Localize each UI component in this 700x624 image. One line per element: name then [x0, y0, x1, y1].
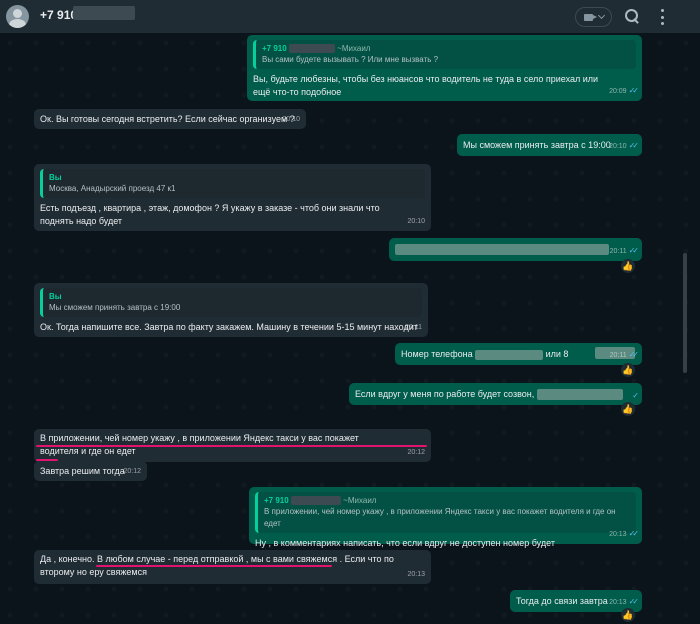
quote-text: Москва, Анадырский проезд 47 к1 — [49, 184, 176, 193]
quote-text: Вы сами будете вызывать ? Или мне вызват… — [262, 55, 439, 64]
avatar[interactable] — [6, 5, 29, 28]
message-time: 20:09 ✓✓ — [609, 86, 640, 95]
reaction-thumbs-up-icon[interactable]: 👍 — [621, 259, 635, 273]
redacted-text — [536, 389, 623, 401]
quote-author: +7 910 ~Михаил — [262, 44, 371, 54]
message-incoming[interactable]: Вы Москва, Анадырский проезд 47 к1 Есть … — [34, 164, 431, 231]
message-time: 20:13 — [407, 571, 425, 578]
reaction-thumbs-up-icon[interactable]: 👍 — [621, 608, 635, 622]
message-outgoing[interactable]: 20:11 ✓✓ — [389, 238, 642, 261]
message-time: 20:13 ✓✓ — [609, 529, 640, 538]
menu-icon[interactable] — [655, 9, 669, 25]
read-ticks-icon: ✓✓ — [628, 86, 640, 95]
video-call-button[interactable] — [575, 7, 612, 27]
quote-text: Мы сможем принять завтра с 19:00 — [49, 303, 181, 312]
message-time: 20:13 ✓✓ — [609, 597, 640, 606]
message-text: Завтра решим тогда — [40, 466, 125, 476]
chevron-down-icon — [597, 11, 605, 20]
message-time: 20:10 — [282, 116, 300, 123]
quote-author: Вы — [49, 292, 62, 301]
message-time: 20:11 — [405, 324, 422, 331]
chat-header: +7 910 — [0, 0, 700, 33]
message-incoming[interactable]: Завтра решим тогда 20:12 — [34, 461, 147, 481]
read-ticks-icon: ✓✓ — [628, 529, 640, 538]
message-time: 20:10 ✓✓ — [609, 141, 640, 150]
video-call-icon — [583, 13, 597, 21]
quoted-message[interactable]: +7 910 ~Михаил Вы сами будете вызывать ?… — [253, 40, 636, 69]
message-outgoing[interactable]: Тогда до связи завтра 20:13 ✓✓ — [510, 590, 642, 612]
message-outgoing[interactable]: Номер телефона или 8 20:11 ✓✓ — [395, 343, 642, 365]
message-text: Мы сможем принять завтра с 19:00 — [463, 140, 611, 150]
message-time: 20:12 — [407, 449, 425, 456]
message-text: Есть подъезд , квартира , этаж, домофон … — [40, 203, 380, 226]
scrollbar[interactable] — [683, 253, 687, 373]
read-ticks-icon: ✓✓ — [628, 597, 640, 606]
message-text: Ок. Тогда напишите все. Завтра по факту … — [40, 322, 418, 332]
reaction-thumbs-up-icon[interactable]: 👍 — [621, 402, 635, 416]
search-icon[interactable] — [624, 8, 640, 24]
quote-author: Вы — [49, 173, 62, 182]
message-text: Если вдруг у меня по работе будет созвон… — [355, 389, 535, 399]
read-ticks-icon: ✓✓ — [628, 246, 640, 255]
reaction-thumbs-up-icon[interactable]: 👍 — [621, 363, 635, 377]
quoted-message[interactable]: +7 910 ~Михаил В приложении, чей номер у… — [255, 492, 636, 533]
quote-author: +7 910 ~Михаил — [264, 496, 377, 506]
message-text: Тогда до связи завтра — [516, 596, 608, 606]
annotation-underline — [36, 445, 427, 447]
message-incoming[interactable]: Да , конечно. В любом случае - перед отп… — [34, 550, 431, 584]
message-text: Номер телефона или 8 — [401, 349, 569, 360]
contact-name[interactable]: +7 910 — [40, 8, 77, 22]
redacted-phone — [475, 349, 544, 360]
message-outgoing[interactable]: +7 910 ~Михаил Вы сами будете вызывать ?… — [247, 35, 642, 101]
quoted-message[interactable]: Вы Москва, Анадырский проезд 47 к1 — [40, 169, 425, 198]
annotation-underline — [96, 565, 332, 567]
message-outgoing[interactable]: +7 910 ~Михаил В приложении, чей номер у… — [249, 487, 642, 548]
redacted-text — [395, 244, 609, 256]
redacted-phone — [73, 6, 135, 20]
chat-area[interactable]: +7 910 ~Михаил Вы сами будете вызывать ?… — [0, 33, 700, 624]
message-incoming[interactable]: Вы Мы сможем принять завтра с 19:00 Ок. … — [34, 283, 428, 337]
message-text: Ну , в комментариях написать, что если в… — [255, 538, 555, 548]
message-outgoing[interactable]: Мы сможем принять завтра с 19:00 20:10 ✓✓ — [457, 134, 642, 156]
message-time: 20:11 ✓✓ — [609, 350, 640, 359]
message-time: 20:12 — [123, 468, 141, 475]
read-ticks-icon: ✓✓ — [628, 350, 640, 359]
redacted-phone — [290, 496, 341, 506]
message-text: Вы, будьте любезны, чтобы без нюансов чт… — [253, 74, 599, 97]
quote-text: В приложении, чей номер укажу , в прилож… — [264, 507, 616, 528]
read-ticks-icon: ✓✓ — [628, 141, 640, 150]
message-incoming[interactable]: Ок. Вы готовы сегодня встретить? Если се… — [34, 109, 306, 129]
message-time: 20:10 — [407, 218, 425, 225]
message-time: 20:11 ✓✓ — [609, 246, 640, 255]
quoted-message[interactable]: Вы Мы сможем принять завтра с 19:00 — [40, 288, 422, 317]
redacted-phone — [288, 44, 335, 54]
read-ticks-icon: ✓ — [632, 391, 638, 400]
message-outgoing[interactable]: Если вдруг у меня по работе будет созвон… — [349, 383, 642, 405]
message-text: Ок. Вы готовы сегодня встретить? Если се… — [40, 114, 295, 124]
